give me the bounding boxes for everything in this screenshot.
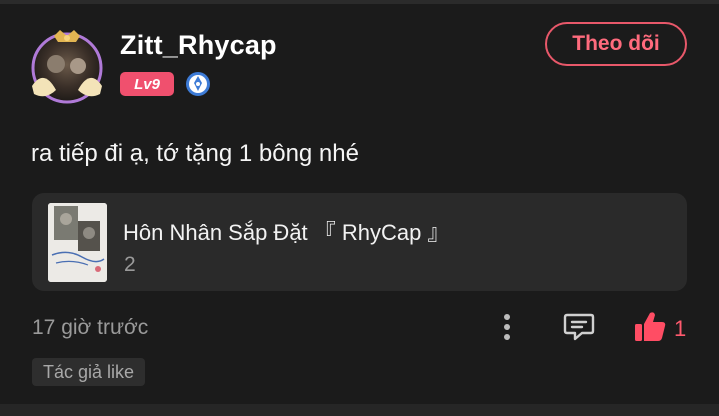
author-like-tag: Tác giả like (32, 358, 146, 386)
story-card[interactable]: Hôn Nhân Sắp Đặt 『 RhyCap 』 2 (32, 193, 687, 291)
bottom-divider (0, 404, 719, 416)
verified-badge-icon (186, 72, 210, 96)
follow-button[interactable]: Theo dõi (545, 22, 687, 66)
like-icon[interactable] (632, 309, 668, 345)
reply-icon[interactable] (562, 311, 596, 343)
more-vertical-icon[interactable] (496, 311, 518, 343)
story-title: Hôn Nhân Sắp Đặt 『 RhyCap 』 (123, 220, 450, 245)
username[interactable]: Zitt_Rhycap (120, 30, 277, 61)
story-chapter-count: 2 (124, 253, 136, 276)
level-badge: Lv9 (120, 72, 174, 96)
top-divider (0, 0, 719, 4)
avatar[interactable] (26, 28, 108, 106)
comment-timestamp: 17 giờ trước (32, 316, 149, 339)
like-count: 1 (674, 316, 687, 341)
comment-text: ra tiếp đi ạ, tớ tặng 1 bông nhé (31, 140, 359, 167)
story-cover-image (48, 203, 107, 282)
